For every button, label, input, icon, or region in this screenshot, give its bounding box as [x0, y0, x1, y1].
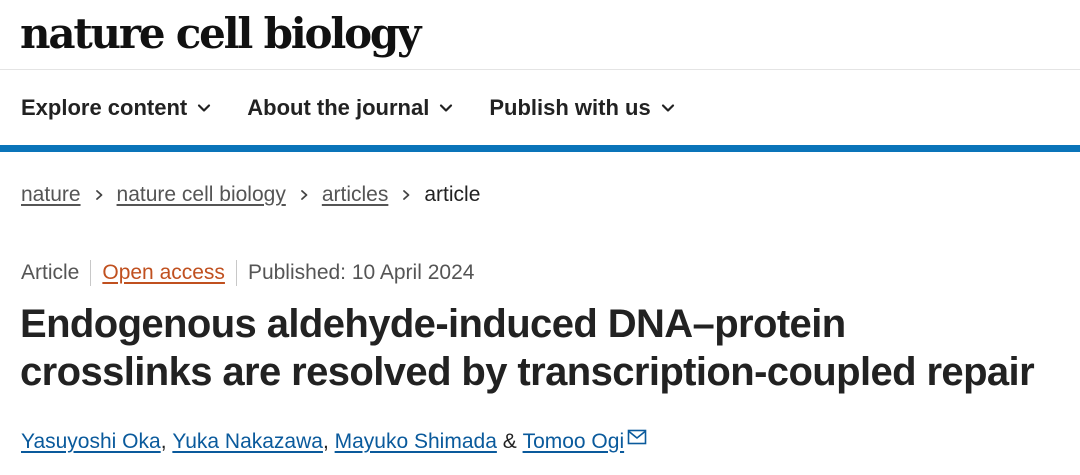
article-type: Article	[21, 261, 80, 284]
chevron-down-icon	[439, 101, 453, 115]
meta-divider	[90, 260, 92, 286]
header-divider	[0, 69, 1080, 70]
chevron-down-icon	[197, 101, 211, 115]
author-separator: ,	[322, 430, 335, 453]
published-date: Published: 10 April 2024	[247, 261, 475, 284]
main-nav: Explore content About the journal Publis…	[21, 88, 675, 128]
accent-bar	[0, 145, 1080, 152]
author-separator: ,	[160, 430, 173, 453]
breadcrumb-nature-cell-biology[interactable]: nature cell biology	[117, 183, 286, 207]
chevron-right-icon	[298, 188, 310, 202]
nav-publish-with-us[interactable]: Publish with us	[489, 95, 674, 121]
chevron-down-icon	[661, 101, 675, 115]
journal-logo[interactable]: nature cell biology	[20, 4, 421, 64]
breadcrumb-current: article	[424, 183, 481, 206]
nav-label: Publish with us	[489, 95, 651, 120]
article-title-line: crosslinks are resolved by transcription…	[20, 350, 1035, 394]
nav-label: Explore content	[21, 95, 188, 120]
breadcrumb: nature nature cell biology articles arti…	[21, 180, 480, 210]
open-access-link[interactable]: Open access	[102, 261, 225, 285]
breadcrumb-articles[interactable]: articles	[322, 183, 389, 207]
author-link[interactable]: Yuka Nakazawa	[172, 430, 323, 454]
nav-about-the-journal[interactable]: About the journal	[247, 95, 453, 121]
article-title-line: Endogenous aldehyde-induced DNA–protein	[20, 302, 846, 346]
author-link[interactable]: Yasuyoshi Oka	[21, 430, 161, 454]
nav-explore-content[interactable]: Explore content	[21, 95, 211, 121]
author-separator: &	[496, 430, 523, 453]
nav-label: About the journal	[247, 95, 430, 120]
author-list: Yasuyoshi Oka , Yuka Nakazawa , Mayuko S…	[21, 427, 647, 457]
breadcrumb-nature[interactable]: nature	[21, 183, 81, 207]
chevron-right-icon	[400, 188, 412, 202]
author-link[interactable]: Mayuko Shimada	[335, 430, 497, 454]
mail-icon[interactable]	[627, 429, 647, 445]
meta-divider	[235, 260, 237, 286]
author-link[interactable]: Tomoo Ogi	[523, 430, 625, 454]
chevron-right-icon	[93, 188, 105, 202]
article-meta: Article Open access Published: 10 April …	[21, 258, 474, 288]
article-title: Endogenous aldehyde-induced DNA–protein …	[20, 300, 1070, 396]
